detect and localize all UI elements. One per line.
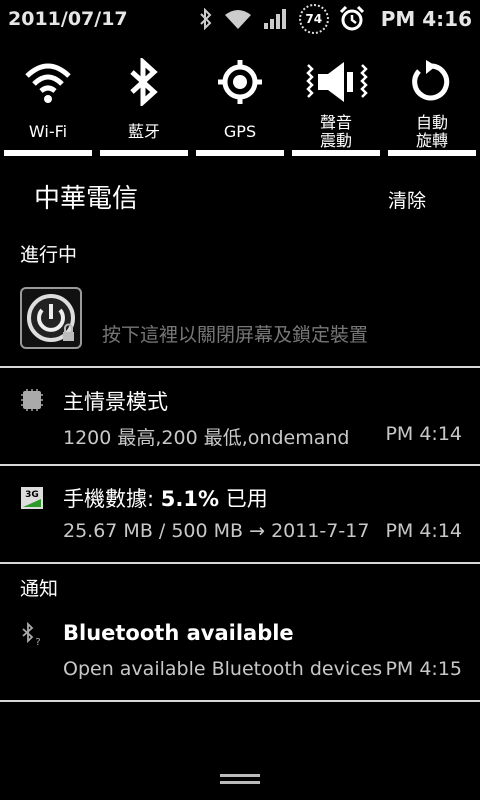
notification-subtitle: Open available Bluetooth devices	[63, 658, 383, 680]
quick-toggles: Wi-Fi 藍牙 GPS 聲音 震動 自動 旋轉	[0, 48, 480, 160]
cpu-icon	[21, 389, 43, 411]
sound-vibrate-icon	[306, 62, 368, 102]
divider	[0, 464, 480, 466]
notification-title: 主情景模式	[63, 390, 168, 414]
bluetooth-icon	[130, 58, 158, 106]
notification-title: Bluetooth available	[63, 621, 294, 645]
notification-subtitle: 25.67 MB / 500 MB → 2011-7-17	[63, 520, 370, 542]
screen-lock-button[interactable]	[20, 287, 82, 349]
3g-data-icon: 3G	[21, 487, 43, 509]
toggle-indicator-bar	[292, 150, 380, 156]
toggle-indicator-bar	[196, 150, 284, 156]
wifi-icon	[25, 63, 71, 103]
clear-button[interactable]: 清除	[388, 186, 426, 213]
bluetooth-search-icon: ?	[22, 622, 41, 646]
toggle-label: Wi-Fi	[28, 122, 68, 141]
ongoing-section-title: 進行中	[20, 244, 78, 266]
title-percent: 5.1%	[160, 487, 220, 511]
toggle-gps[interactable]: GPS	[192, 48, 288, 160]
screen-lock-hint[interactable]: 按下這裡以關閉屏幕及鎖定裝置	[102, 320, 368, 347]
toggle-auto-rotate[interactable]: 自動 旋轉	[384, 48, 480, 160]
alarm-icon	[339, 6, 364, 31]
battery-level: 74	[305, 12, 323, 26]
status-date: 2011/07/17	[8, 8, 128, 30]
title-prefix: 手機數據:	[63, 487, 161, 511]
gps-icon	[218, 60, 262, 104]
bluetooth-status-icon	[200, 8, 212, 30]
handle-line	[220, 781, 260, 784]
notification-time: PM 4:14	[385, 520, 462, 542]
divider	[0, 562, 480, 564]
toggle-indicator-bar	[4, 150, 92, 156]
toggle-label: 自動 旋轉	[415, 113, 448, 150]
notification-time: PM 4:14	[385, 423, 462, 445]
toggle-indicator-bar	[100, 150, 188, 156]
auto-rotate-icon	[412, 60, 450, 101]
battery-indicator: 74	[298, 4, 329, 34]
notifications-section-title: 通知	[20, 578, 59, 600]
signal-strength-icon	[263, 9, 286, 29]
status-bar: 2011/07/17 74 PM 4:16	[0, 0, 480, 38]
toggle-wifi[interactable]: Wi-Fi	[0, 48, 96, 160]
title-suffix: 已用	[219, 487, 268, 511]
wifi-status-icon	[224, 10, 251, 29]
status-icons: 74 PM 4:16	[199, 0, 472, 38]
divider	[0, 700, 480, 702]
notification-subtitle: 1200 最高,200 最低,ondemand	[63, 427, 350, 449]
toggle-indicator-bar	[388, 150, 476, 156]
power-lock-icon	[27, 294, 75, 342]
toggle-label: GPS	[223, 122, 257, 141]
divider	[0, 366, 480, 368]
toggle-sound-vibrate[interactable]: 聲音 震動	[288, 48, 384, 160]
toggle-label: 藍牙	[127, 122, 160, 141]
notification-title: 手機數據: 5.1% 已用	[63, 483, 268, 513]
carrier-name: 中華電信	[34, 184, 139, 214]
toggle-bluetooth[interactable]: 藍牙	[96, 48, 192, 160]
svg-text:3G: 3G	[25, 490, 39, 500]
notification-time: PM 4:15	[385, 658, 462, 680]
status-time: PM 4:16	[380, 7, 472, 31]
svg-text:?: ?	[35, 637, 40, 646]
handle-line	[220, 774, 260, 777]
toggle-label: 聲音 震動	[319, 113, 352, 150]
